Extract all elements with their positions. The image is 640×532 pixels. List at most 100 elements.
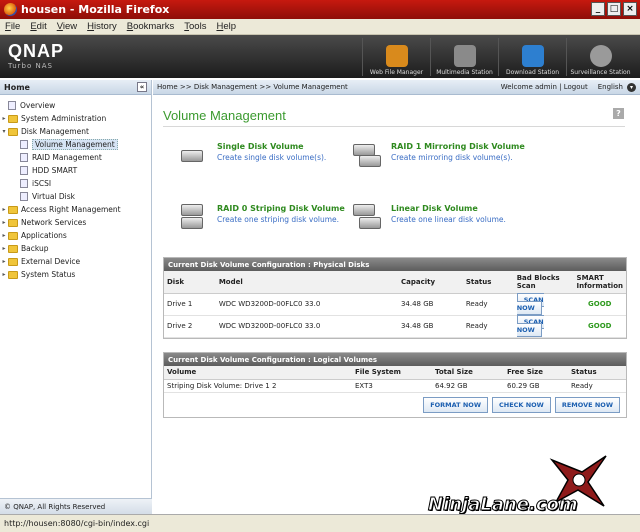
sidebar: Home « Overview ▸ System Administration ▾… [0, 80, 152, 514]
sidebar-item-external-device[interactable]: ▸ External Device [0, 255, 151, 268]
sidebar-item-volume-management[interactable]: Volume Management [0, 138, 151, 151]
column-header: Model [215, 271, 398, 294]
scan-cell: SCAN NOW [513, 315, 574, 338]
sidebar-item-label: Overview [20, 101, 56, 110]
model-cell: WDC WD3200D-00FLC0 33.0 [215, 315, 398, 338]
minimize-button[interactable]: _ [591, 2, 605, 16]
sidebar-item-label: External Device [21, 257, 81, 266]
station-web-file-manager[interactable]: Web File Manager [362, 38, 430, 76]
sidebar-item-label: Virtual Disk [32, 192, 76, 201]
station-download[interactable]: Download Station [498, 38, 566, 76]
sidebar-item-virtual-disk[interactable]: Virtual Disk [0, 190, 151, 203]
capacity-cell: 34.48 GB [397, 315, 463, 338]
option-title[interactable]: Linear Disk Volume [391, 204, 506, 213]
file-manager-icon [385, 45, 408, 67]
sidebar-item-applications[interactable]: ▸ Applications [0, 229, 151, 242]
folder-icon [8, 218, 18, 227]
smart-status[interactable]: GOOD [573, 293, 626, 316]
window-title: housen - Mozilla Firefox [21, 3, 170, 16]
home-label[interactable]: Home [4, 83, 30, 92]
sidebar-item-backup[interactable]: ▸ Backup [0, 242, 151, 255]
column-header: Status [568, 366, 626, 380]
folder-icon [8, 244, 18, 253]
option-title[interactable]: RAID 0 Striping Disk Volume [217, 204, 345, 213]
option-title[interactable]: Single Disk Volume [217, 142, 326, 151]
single-disk-volume-option[interactable]: Single Disk Volume Create single disk vo… [177, 140, 326, 170]
menu-file[interactable]: File [0, 21, 25, 32]
folder-icon [8, 114, 18, 123]
sidebar-item-network-services[interactable]: ▸ Network Services [0, 216, 151, 229]
raid1-mirroring-option[interactable]: RAID 1 Mirroring Disk Volume Create mirr… [351, 140, 525, 170]
menu-history[interactable]: History [82, 21, 122, 32]
status-cell: Ready [462, 293, 514, 316]
language-select[interactable]: English ▾ [597, 82, 636, 92]
scan-now-button[interactable]: SCAN NOW [516, 293, 544, 315]
option-description[interactable]: Create mirroring disk volume(s). [391, 153, 525, 162]
folder-icon [8, 257, 18, 266]
browser-statusbar: http://housen:8080/cgi-bin/index.cgi [0, 514, 640, 532]
scan-now-button[interactable]: SCAN NOW [516, 315, 544, 337]
collapse-sidebar-button[interactable]: « [137, 82, 147, 92]
sidebar-item-iscsi[interactable]: iSCSI [0, 177, 151, 190]
table-row[interactable]: Striping Disk Volume: Drive 1 2 EXT3 64.… [164, 379, 626, 393]
free-size-cell: 60.29 GB [504, 379, 568, 393]
column-header: Volume [164, 366, 352, 380]
smart-status[interactable]: GOOD [573, 315, 626, 338]
close-button[interactable]: × [623, 2, 637, 16]
logical-volumes-panel: Current Disk Volume Configuration : Logi… [163, 352, 627, 418]
sidebar-item-access-right[interactable]: ▸ Access Right Management [0, 203, 151, 216]
column-header: Total Size [432, 366, 504, 380]
expand-icon[interactable]: ▸ [0, 219, 8, 226]
sidebar-item-label: System Administration [21, 114, 107, 123]
option-description[interactable]: Create one linear disk volume. [391, 215, 506, 224]
expand-icon[interactable]: ▸ [0, 245, 8, 252]
nav-tree: Overview ▸ System Administration ▾ Disk Ma… [0, 95, 151, 281]
menu-help[interactable]: Help [211, 21, 241, 32]
station-label: Download Station [505, 69, 560, 76]
option-description[interactable]: Create one striping disk volume. [217, 215, 345, 224]
check-now-button[interactable]: CHECK NOW [492, 396, 551, 413]
raid0-striping-option[interactable]: RAID 0 Striping Disk Volume Create one s… [177, 202, 345, 232]
sidebar-item-disk-management[interactable]: ▾ Disk Management [0, 125, 151, 138]
expand-icon[interactable]: ▸ [0, 271, 8, 278]
menu-view[interactable]: View [52, 21, 82, 32]
remove-now-button[interactable]: REMOVE NOW [554, 396, 620, 413]
menu-edit[interactable]: Edit [25, 21, 51, 32]
virtual-disk-icon [20, 192, 28, 201]
station-multimedia[interactable]: Multimedia Station [430, 38, 498, 76]
sidebar-item-overview[interactable]: Overview [0, 99, 151, 112]
breadcrumb: Home >> Disk Management >> Volume Manage… [157, 83, 348, 91]
welcome-logout[interactable]: Welcome admin | Logout [501, 83, 588, 91]
option-description[interactable]: Create single disk volume(s). [217, 153, 326, 162]
total-size-cell: 64.92 GB [432, 379, 504, 393]
station-surveillance[interactable]: Surveillance Station [566, 38, 634, 76]
format-now-button[interactable]: FORMAT NOW [423, 396, 488, 413]
expand-icon[interactable]: ▸ [0, 258, 8, 265]
sidebar-item-system-status[interactable]: ▸ System Status [0, 268, 151, 281]
sidebar-item-label: Access Right Management [21, 205, 121, 214]
panel-heading: Current Disk Volume Configuration : Logi… [164, 353, 626, 366]
camera-icon [589, 45, 612, 67]
window-titlebar: housen - Mozilla Firefox _ □ × [0, 0, 640, 19]
sidebar-item-hdd-smart[interactable]: HDD SMART [0, 164, 151, 177]
menu-bookmarks[interactable]: Bookmarks [122, 21, 180, 32]
menubar: File Edit View History Bookmarks Tools H… [0, 19, 640, 35]
panel-heading: Current Disk Volume Configuration : Phys… [164, 258, 626, 271]
maximize-button[interactable]: □ [607, 2, 621, 16]
collapse-icon[interactable]: ▾ [0, 128, 8, 135]
status-url: http://housen:8080/cgi-bin/index.cgi [4, 519, 150, 528]
column-header: Disk [164, 271, 216, 294]
expand-icon[interactable]: ▸ [0, 232, 8, 239]
sidebar-item-label: iSCSI [32, 179, 52, 188]
menu-tools[interactable]: Tools [179, 21, 211, 32]
help-icon[interactable]: ? [613, 108, 624, 119]
sidebar-item-label: Applications [21, 231, 67, 240]
status-cell: Ready [568, 379, 626, 393]
expand-icon[interactable]: ▸ [0, 115, 8, 122]
expand-icon[interactable]: ▸ [0, 206, 8, 213]
language-value: English [597, 83, 623, 91]
linear-disk-option[interactable]: Linear Disk Volume Create one linear dis… [351, 202, 506, 232]
sidebar-item-raid-management[interactable]: RAID Management [0, 151, 151, 164]
sidebar-item-system-administration[interactable]: ▸ System Administration [0, 112, 151, 125]
option-title[interactable]: RAID 1 Mirroring Disk Volume [391, 142, 525, 151]
